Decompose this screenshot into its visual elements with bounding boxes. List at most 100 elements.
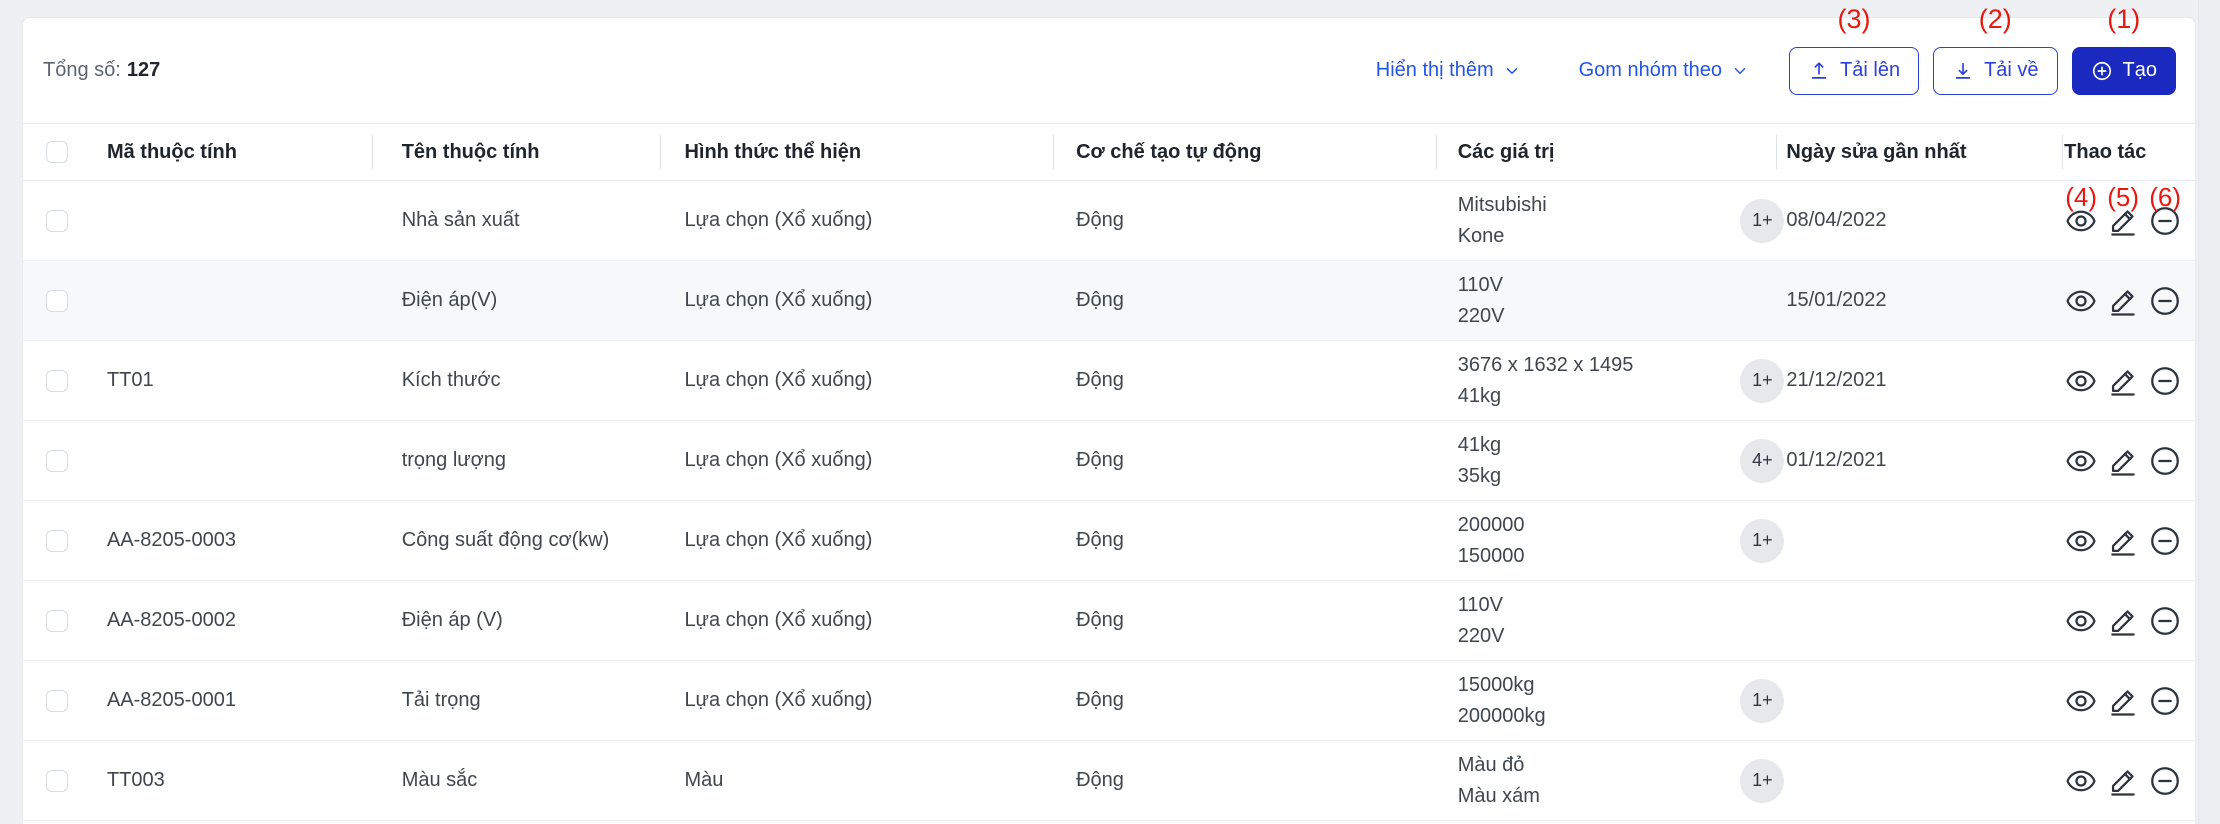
cell-auto-create-mechanism: Động — [1076, 449, 1124, 471]
value-line: 41kg — [1457, 384, 1502, 407]
column-header: Các giá trị — [1435, 124, 1777, 180]
cell-auto-create-mechanism: Động — [1076, 609, 1124, 631]
select-all-checkbox[interactable] — [46, 141, 68, 163]
annotation-6: (6) — [2149, 182, 2182, 212]
view-eye-icon[interactable] — [2064, 444, 2098, 478]
view-eye-icon[interactable] — [2064, 764, 2098, 798]
cell-values: 3676 x 1632 x 1495 41kg 1+ — [1436, 341, 1785, 420]
column-header: Mã thuộc tính — [106, 140, 237, 163]
cell-last-modified-date: 21/12/2021 — [1786, 369, 1887, 391]
value-list: Màu đỏ Màu xám — [1458, 750, 1741, 812]
cell-last-modified-date: 01/12/2021 — [1786, 449, 1887, 471]
cell-auto-create-mechanism: Động — [1076, 529, 1124, 551]
cell-attribute-name: Công suất động cơ(kw) — [401, 529, 610, 551]
cell-display-form: Lựa chọn (Xổ xuống) — [684, 369, 873, 391]
edit-pencil-icon[interactable] — [2106, 764, 2140, 798]
cell-attribute-name: Điện áp (V) — [401, 609, 503, 631]
cell-attribute-name: Điện áp(V) — [401, 289, 498, 311]
upload-button[interactable]: Tải lên — [1789, 46, 1920, 95]
remove-minus-circle-icon[interactable] — [2148, 604, 2182, 638]
cell-attribute-name: trọng lượng — [401, 449, 507, 471]
show-more-label: Hiển thị thêm — [1375, 59, 1494, 81]
value-line: 220V — [1457, 304, 1505, 327]
download-button[interactable]: Tải về — [1933, 46, 2058, 95]
cell-attribute-code: AA-8205-0003 — [106, 529, 236, 551]
annotation-5: (5) — [2107, 182, 2140, 212]
annotation-4: (4) — [2065, 182, 2098, 212]
row-check-cell — [23, 181, 89, 260]
value-list: 3676 x 1632 x 1495 41kg — [1458, 350, 1741, 412]
total-label: Tổng số: — [43, 59, 121, 81]
view-eye-icon[interactable] — [2064, 684, 2098, 718]
view-eye-icon[interactable] — [2064, 284, 2098, 318]
cell-last-modified-date: 15/01/2022 — [1786, 289, 1887, 311]
remove-minus-circle-icon[interactable] — [2148, 764, 2182, 798]
table-row: trọng lượng Lựa chọn (Xổ xuống) Động 41k… — [23, 421, 2195, 501]
row-checkbox[interactable] — [46, 609, 68, 632]
scrollbar-track[interactable] — [2198, 0, 2220, 824]
remove-minus-circle-icon[interactable] — [2148, 444, 2182, 478]
cell-actions — [2062, 341, 2195, 420]
create-button[interactable]: Tạo — [2071, 46, 2176, 95]
view-eye-icon[interactable] — [2064, 524, 2098, 558]
annotation-2: (2) — [1978, 4, 2012, 34]
table-row: Nhà sản xuất Lựa chọn (Xổ xuống) Động Mi… — [23, 181, 2195, 261]
edit-pencil-icon[interactable] — [2106, 684, 2140, 718]
cell-last-modified-date — [1776, 741, 2062, 820]
show-more-link[interactable]: Hiển thị thêm — [1376, 59, 1521, 82]
cell-display-form: Lựa chọn (Xổ xuống) — [684, 609, 873, 631]
toolbar-actions: Hiển thị thêm Gom nhóm theo (3) Tải lên — [1376, 6, 2176, 123]
total-value: 127 — [126, 59, 161, 81]
download-button-label: Tải về — [1984, 59, 2039, 81]
annotation-1: (1) — [2107, 4, 2141, 34]
value-list: 41kg 35kg — [1458, 430, 1741, 492]
row-checkbox[interactable] — [46, 369, 68, 392]
cell-attribute-code — [89, 421, 372, 500]
value-line: Kone — [1457, 224, 1505, 247]
cell-attribute-name: Tải trọng — [401, 689, 481, 711]
cell-last-modified-date — [1776, 581, 2062, 660]
cell-actions — [2062, 741, 2195, 820]
view-eye-icon[interactable] — [2064, 364, 2098, 398]
edit-pencil-icon[interactable] — [2106, 604, 2140, 638]
row-checkbox[interactable] — [46, 529, 68, 552]
row-checkbox[interactable] — [46, 689, 68, 712]
header-check-cell — [23, 124, 89, 180]
row-checkbox[interactable] — [46, 289, 68, 312]
view-eye-icon[interactable] — [2064, 604, 2098, 638]
cell-attribute-code — [89, 261, 372, 340]
value-line: 3676 x 1632 x 1495 — [1457, 353, 1634, 376]
remove-minus-circle-icon[interactable] — [2148, 284, 2182, 318]
row-checkbox[interactable] — [46, 449, 68, 472]
group-by-link[interactable]: Gom nhóm theo — [1579, 59, 1749, 82]
remove-minus-circle-icon[interactable] — [2148, 364, 2182, 398]
edit-pencil-icon[interactable] — [2106, 524, 2140, 558]
column-header: Tên thuộc tính — [371, 124, 661, 180]
cell-actions: (4) (5) (6) — [2062, 181, 2195, 260]
row-check-cell — [23, 741, 89, 820]
remove-minus-circle-icon[interactable] — [2148, 684, 2182, 718]
remove-minus-circle-icon[interactable] — [2148, 524, 2182, 558]
cell-attribute-code: TT003 — [106, 769, 165, 791]
edit-pencil-icon[interactable] — [2106, 284, 2140, 318]
row-check-cell — [23, 581, 89, 660]
cell-auto-create-mechanism: Động — [1076, 689, 1124, 711]
cell-actions — [2062, 261, 2195, 340]
edit-pencil-icon[interactable] — [2106, 364, 2140, 398]
cell-attribute-code: TT01 — [106, 369, 154, 391]
cell-auto-create-mechanism: Động — [1076, 209, 1124, 231]
row-checkbox[interactable] — [46, 209, 68, 232]
row-annotations: (4) (5) (6) — [2064, 184, 2182, 210]
table-header: Mã thuộc tính Tên thuộc tính Hình thức thể… — [23, 123, 2195, 181]
value-line: 150000 — [1457, 544, 1525, 567]
cell-values: 41kg 35kg 4+ — [1436, 421, 1785, 500]
edit-pencil-icon[interactable] — [2106, 444, 2140, 478]
value-line: Màu đỏ — [1457, 753, 1525, 776]
column-header: Thao tác — [2062, 124, 2195, 180]
cell-display-form: Lựa chọn (Xổ xuống) — [684, 449, 873, 471]
total-count: Tổng số: 127 — [43, 59, 160, 82]
plus-circle-icon — [2091, 60, 2113, 82]
chevron-down-icon — [1503, 62, 1521, 80]
row-checkbox[interactable] — [46, 769, 68, 792]
table-row: AA-8205-0002 Điện áp (V) Lựa chọn (Xổ xu… — [23, 581, 2195, 661]
